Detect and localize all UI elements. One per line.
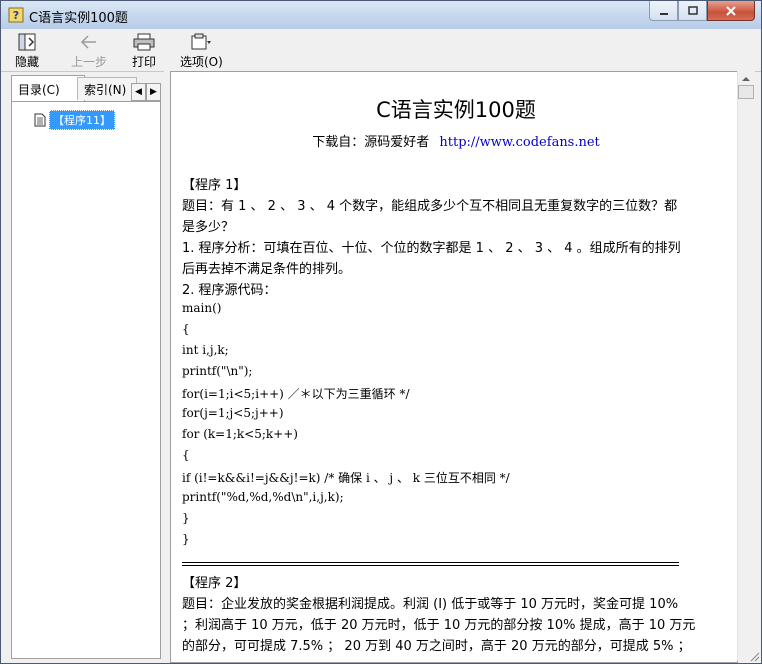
code-line: main() (182, 301, 222, 315)
code-line: } (182, 511, 190, 525)
window-controls (649, 1, 755, 21)
text-line: 后再去掉不满足条件的排列。 (182, 262, 352, 277)
svg-text:?: ? (13, 9, 19, 22)
back-button[interactable]: 上一步 (71, 32, 107, 70)
section-divider (182, 565, 679, 566)
tab-contents-label: 目录(C) (18, 82, 60, 97)
close-icon (726, 5, 736, 16)
code-line: } (182, 532, 190, 546)
code-line: for(j=1;j<5;j++) (182, 406, 284, 420)
maximize-icon (687, 5, 698, 15)
download-source: 下载自：源码爱好者 http://www.codefans.net (182, 131, 730, 150)
options-button[interactable]: 选项(O) (180, 32, 223, 70)
program-heading: 【程序 1】 (182, 178, 247, 193)
source-link[interactable]: http://www.codefans.net (439, 135, 599, 150)
scroll-up-icon[interactable] (742, 75, 750, 83)
program-heading: 【程序 2】 (182, 576, 247, 591)
print-button[interactable]: 打印 (132, 32, 156, 70)
print-label: 打印 (132, 55, 157, 69)
code-line: for (k=1;k<5;k++) (182, 427, 298, 441)
download-label: 下载自：源码爱好者 (312, 135, 430, 150)
code-line: if (i!=k&&i!=j&&j!=k) /* 确保 i 、 j 、 k 三位… (182, 471, 510, 485)
text-line: 的部分，可可提成 7.5% ； 20 万到 40 万之间时，高于 20 万元的部… (182, 639, 691, 654)
text-line: ；利润高于 10 万元，低于 20 万元时，低于 10 万元的部分按 10% 提… (182, 618, 696, 633)
code-line: printf("\n"); (182, 364, 253, 378)
minimize-button[interactable] (649, 1, 678, 21)
scroll-thumb[interactable] (738, 85, 754, 99)
section-divider (182, 562, 679, 563)
minimize-icon (659, 12, 668, 15)
options-icon (191, 33, 212, 50)
text-line: 2. 程序源代码： (182, 283, 277, 298)
window-title: C语言实例100题 (29, 11, 128, 26)
title-bar[interactable]: ? C语言实例100题 (1, 1, 761, 29)
resize-grip-icon[interactable] (748, 650, 760, 662)
content-pane[interactable]: C语言实例100题 下载自：源码爱好者 http://www.codefans.… (170, 71, 738, 663)
help-app-icon: ? (8, 7, 24, 23)
hide-pane-icon (18, 33, 36, 51)
text-line: 题目：有 1 、 2 、 3 、 4 个数字，能组成多少个互不相同且无重复数字的… (182, 199, 678, 214)
options-label: 选项(O) (180, 55, 223, 69)
chevron-left-icon: ◀ (135, 87, 142, 97)
document-icon (34, 113, 46, 127)
nav-tabs: 目录(C) 索引(N) ◀ ▶ (7, 75, 163, 102)
chevron-right-icon: ▶ (150, 87, 157, 97)
code-line: printf("%d,%d,%d\n",i,j,k); (182, 490, 344, 504)
text-line: 题目：企业发放的奖金根据利润提成。利润 (I) 低于或等于 10 万元时，奖金可… (182, 597, 679, 612)
text-line: 是多少？ (182, 220, 235, 235)
tab-contents[interactable]: 目录(C) (11, 75, 85, 102)
back-arrow-icon (80, 35, 96, 49)
help-window: ? C语言实例100题 隐藏 上一步 打印 选项(O) 目录(C) 索引(N) … (0, 0, 762, 664)
tree-item[interactable]: 【程序11】 (34, 110, 115, 130)
tab-scroll-right-button[interactable]: ▶ (146, 83, 161, 101)
close-button[interactable] (707, 1, 755, 21)
code-line: { (182, 322, 190, 336)
toolbar: 隐藏 上一步 打印 选项(O) (1, 29, 761, 72)
text-line: 1. 程序分析：可填在百位、十位、个位的数字都是 1 、 2 、 3 、 4 。… (182, 241, 681, 256)
navigation-pane: 目录(C) 索引(N) ◀ ▶ 【程序11】 (7, 75, 163, 659)
tab-index[interactable]: 索引(N) (77, 77, 137, 100)
tab-index-label: 索引(N) (84, 82, 127, 97)
code-line: int i,j,k; (182, 343, 229, 357)
document-title: C语言实例100题 (376, 98, 536, 122)
code-line: { (182, 448, 190, 462)
contents-tree[interactable]: 【程序11】 (11, 101, 161, 659)
code-line: for(i=1;i<5;i++) ／＊以下为三重循环 */ (182, 387, 410, 401)
content-scrollbar[interactable] (737, 71, 755, 661)
back-label: 上一步 (71, 55, 108, 69)
maximize-button[interactable] (678, 1, 707, 21)
hide-label: 隐藏 (15, 55, 40, 69)
hide-button[interactable]: 隐藏 (15, 32, 39, 70)
printer-icon (133, 33, 155, 51)
tree-item-label: 【程序11】 (49, 110, 115, 130)
tab-scroll-left-button[interactable]: ◀ (131, 83, 146, 101)
